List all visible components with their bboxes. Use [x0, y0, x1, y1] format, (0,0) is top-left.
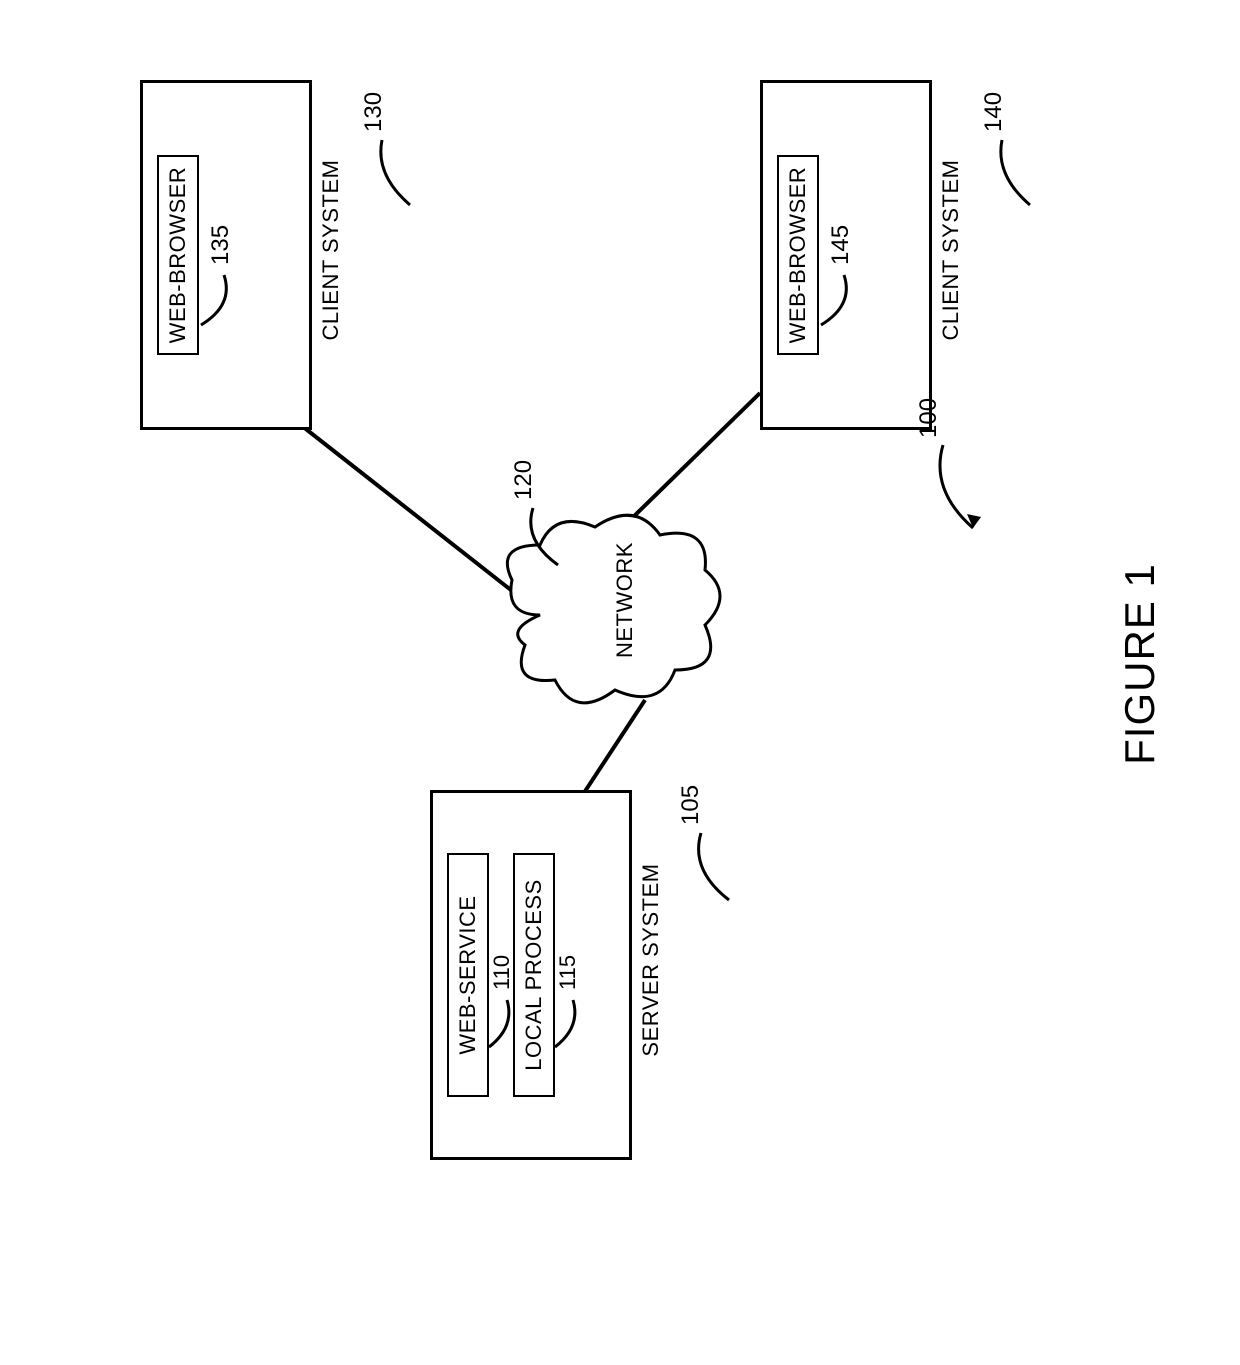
- ref-110: 110: [489, 955, 515, 990]
- local-process-box: LOCAL PROCESS: [513, 853, 555, 1097]
- ref-105-group: 105: [675, 765, 745, 905]
- client-system-left-label: CLIENT SYSTEM: [318, 70, 344, 430]
- ref-100-group: 100: [910, 380, 990, 540]
- web-browser-right: WEB-BROWSER: [777, 155, 819, 356]
- client-system-right-label: CLIENT SYSTEM: [938, 70, 964, 430]
- ref-130-group: 130: [360, 70, 420, 210]
- ref-115: 115: [555, 955, 581, 990]
- server-system-label: SERVER SYSTEM: [638, 760, 664, 1160]
- figure-caption: FIGURE 1: [1116, 534, 1164, 794]
- ref-120: 120: [510, 460, 538, 500]
- ref-130: 130: [360, 92, 388, 132]
- ref-135: 135: [207, 225, 235, 265]
- ref-100: 100: [915, 398, 943, 438]
- network-label: NETWORK: [612, 548, 638, 658]
- client-system-left: WEB-BROWSER 135 CLIENT SYSTEM: [140, 70, 340, 430]
- client-system-right: WEB-BROWSER 145 CLIENT SYSTEM: [760, 70, 960, 430]
- ref-120-group: 120: [510, 450, 570, 570]
- web-browser-left: WEB-BROWSER: [157, 155, 199, 356]
- ref-140-group: 140: [980, 70, 1040, 210]
- ref-145: 145: [827, 225, 855, 265]
- ref-140: 140: [980, 92, 1008, 132]
- ref-105: 105: [677, 785, 705, 825]
- web-service-box: WEB-SERVICE: [447, 853, 489, 1097]
- diagram-stage: WEB-BROWSER 135 CLIENT SYSTEM 130 WEB-BR…: [0, 0, 1240, 1365]
- server-system: WEB-SERVICE 110 LOCAL PROCESS 115 SERVER…: [430, 760, 670, 1160]
